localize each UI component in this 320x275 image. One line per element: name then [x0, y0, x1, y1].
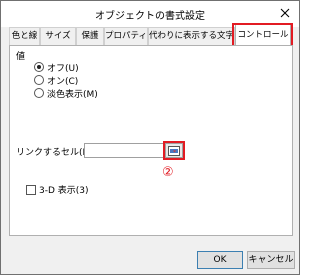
radio-on[interactable]: オン(C)	[34, 74, 79, 87]
close-button[interactable]	[275, 4, 295, 22]
ok-button[interactable]: OK	[197, 251, 243, 269]
cancel-button[interactable]: キャンセル	[247, 251, 295, 269]
tab-protection[interactable]: 保護	[76, 27, 104, 45]
three-d-label: 3-D 表示(3)	[39, 186, 89, 196]
control-tab-panel: 値 オフ(U) オン(C) 淡色表示(M) リンクするセル(L): ② 3-D …	[9, 45, 293, 236]
cell-reference-button[interactable]	[165, 143, 183, 158]
radio-selected-dot	[37, 65, 41, 69]
tab-color-line[interactable]: 色と線	[9, 27, 40, 45]
radio-button[interactable]	[34, 88, 44, 98]
tab-alt-text[interactable]: 代わりに表示する文字列	[148, 27, 235, 45]
radio-button[interactable]	[34, 75, 44, 85]
dialog-title: オブジェクトの書式設定	[95, 11, 205, 22]
link-cell-label: リンクするセル(L):	[16, 148, 95, 158]
tab-strip: 色と線 サイズ 保護 プロパティ 代わりに表示する文字列 コントロール	[9, 24, 293, 46]
radio-off-label: オフ(U)	[47, 63, 79, 74]
radio-off[interactable]: オフ(U)	[34, 61, 79, 74]
tab-control[interactable]: コントロール	[235, 24, 291, 46]
three-d-checkbox[interactable]	[26, 184, 36, 195]
tab-size[interactable]: サイズ	[40, 27, 76, 45]
close-icon	[280, 8, 290, 18]
value-group-heading: 値	[16, 52, 26, 62]
three-d-checkbox-row[interactable]: 3-D 表示(3)	[26, 183, 89, 196]
collapse-dialog-icon	[168, 145, 180, 156]
tab-properties[interactable]: プロパティ	[104, 27, 148, 45]
link-cell-input[interactable]	[84, 143, 164, 158]
annotation-marker-2: ②	[162, 165, 174, 180]
radio-button[interactable]	[34, 62, 44, 72]
radio-on-label: オン(C)	[47, 76, 79, 87]
radio-mixed[interactable]: 淡色表示(M)	[34, 87, 98, 100]
radio-mixed-label: 淡色表示(M)	[47, 89, 98, 100]
format-object-dialog: オブジェクトの書式設定 色と線 サイズ 保護 プロパティ 代わりに表示する文字列…	[0, 0, 300, 275]
